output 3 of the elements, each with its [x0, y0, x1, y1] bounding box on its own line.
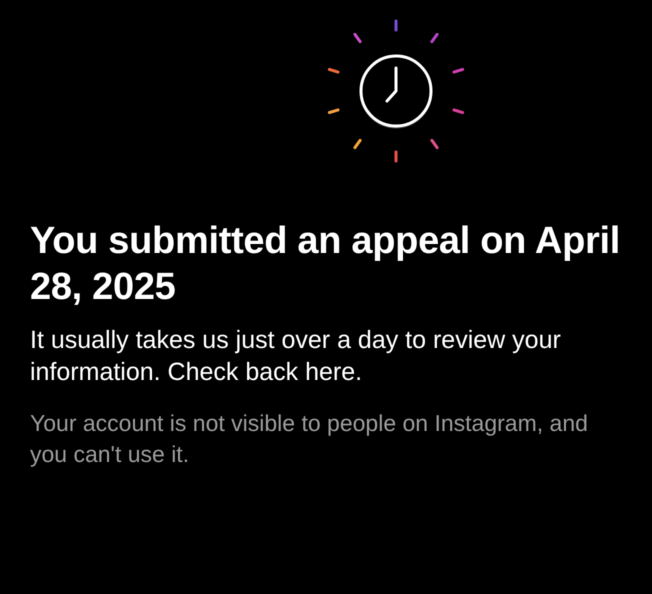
review-message: It usually takes us just over a day to review your information. Check back here.	[30, 325, 562, 388]
appeal-title: You submitted an appeal on April 28, 2025	[30, 219, 621, 310]
account-note: Your account is not visible to people on Instagram, and you can't use it.	[30, 409, 589, 469]
